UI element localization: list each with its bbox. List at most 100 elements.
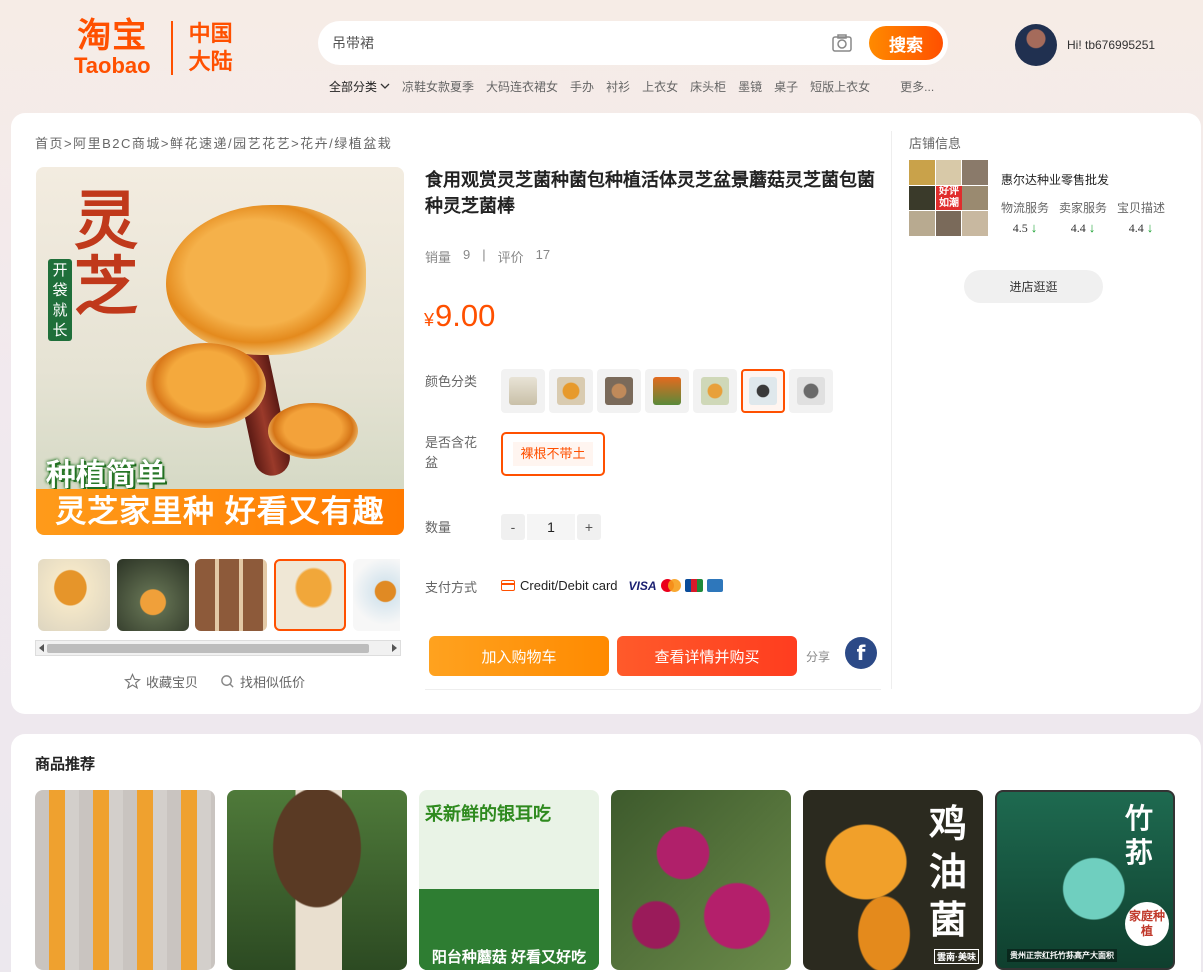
visit-store-button[interactable]: 进店逛逛: [964, 270, 1103, 303]
thumbnail[interactable]: [38, 559, 110, 631]
main-product-image[interactable]: 灵芝 开袋就长 种植简单 灵芝家里种 好看又有趣: [36, 167, 404, 535]
store-name[interactable]: 惠尔达种业零售批发: [1001, 171, 1109, 188]
amex-logo-icon: [706, 579, 723, 592]
user-greeting[interactable]: Hi! tb676995251: [1067, 38, 1155, 52]
pot-option-selected[interactable]: 裸根不带土: [501, 432, 605, 476]
product-image-text: 贵州正宗红托竹荪高产大面积: [1007, 949, 1117, 962]
keyword-link[interactable]: 衬衫: [606, 78, 630, 95]
payment-method: Credit/Debit card VISA: [501, 578, 723, 593]
keyword-link[interactable]: 上衣女: [642, 78, 678, 95]
thumbnail[interactable]: [195, 559, 267, 631]
search-button[interactable]: 搜索: [869, 26, 943, 60]
color-swatch[interactable]: [789, 369, 833, 413]
thumbnail-scrollbar[interactable]: [35, 640, 401, 656]
thumbnail[interactable]: [117, 559, 189, 631]
arrow-down-icon: ↓: [1088, 220, 1096, 235]
color-swatch[interactable]: [501, 369, 545, 413]
chevron-down-icon: [380, 83, 390, 89]
keyword-link[interactable]: 凉鞋女款夏季: [402, 78, 474, 95]
price: ¥9.00: [424, 298, 495, 334]
sales-label: 销量: [425, 250, 452, 265]
color-swatch[interactable]: [645, 369, 689, 413]
all-categories-menu[interactable]: 全部分类: [329, 78, 390, 95]
keyword-bar: 全部分类 凉鞋女款夏季 大码连衣裙女 手办 衬衫 上衣女 床头柜 墨镜 桌子 短…: [329, 78, 934, 95]
keyword-link[interactable]: 短版上衣女: [810, 78, 870, 95]
facebook-share-icon[interactable]: f: [845, 637, 877, 669]
color-swatch[interactable]: [597, 369, 641, 413]
currency-symbol: ¥: [424, 310, 435, 330]
search-input[interactable]: [332, 23, 831, 63]
color-label: 颜色分类: [425, 374, 478, 389]
keyword-link[interactable]: 手办: [570, 78, 594, 95]
quantity-stepper: - +: [501, 514, 601, 540]
image-slogan: 种植简单: [46, 459, 166, 492]
logo-mark: 淘宝 Taobao: [74, 19, 151, 77]
find-similar-button[interactable]: 找相似低价: [220, 672, 305, 691]
add-to-cart-button[interactable]: 加入购物车: [429, 636, 609, 676]
recommended-product[interactable]: 鸡油菌 雲南·美味: [803, 790, 983, 970]
thumbnail[interactable]: [353, 559, 400, 631]
arrow-down-icon: ↓: [1146, 220, 1154, 235]
logo-en-text: Taobao: [74, 53, 151, 78]
color-swatch[interactable]: [549, 369, 593, 413]
quantity-increase-button[interactable]: +: [577, 514, 601, 540]
keyword-link[interactable]: 墨镜: [738, 78, 762, 95]
image-title: 灵芝: [74, 184, 138, 325]
divider: [891, 131, 892, 689]
star-icon: [124, 673, 141, 690]
color-swatch-selected[interactable]: [741, 369, 785, 413]
product-image-text: 鸡油菌: [929, 801, 968, 942]
image-actions: 收藏宝贝 找相似低价: [124, 672, 305, 691]
breadcrumb[interactable]: 首页>阿里B2C商城>鲜花速递/园艺花艺>花卉/绿植盆栽: [35, 133, 392, 152]
logo-separator: [170, 21, 173, 75]
avatar[interactable]: [1015, 24, 1057, 66]
product-image-text: 雲南·美味: [934, 949, 979, 964]
card-brand-logos: VISA: [629, 579, 723, 593]
camera-icon[interactable]: [831, 32, 853, 54]
rating-label: 卖家服务: [1059, 201, 1108, 215]
thumbnail-selected[interactable]: [274, 559, 346, 631]
keyword-link[interactable]: 床头柜: [690, 78, 726, 95]
keyword-link[interactable]: 桌子: [774, 78, 798, 95]
keyword-link[interactable]: 大码连衣裙女: [486, 78, 558, 95]
recommended-product[interactable]: 采新鲜的银耳吃 阳台种蘑菇 好看又好吃: [419, 790, 599, 970]
image-banner: 灵芝家里种 好看又有趣: [36, 489, 404, 535]
recommended-product[interactable]: [35, 790, 215, 970]
buy-button[interactable]: 查看详情并购买: [617, 636, 797, 676]
reviews-value: 17: [535, 247, 551, 262]
recommended-product[interactable]: [611, 790, 791, 970]
jcb-logo-icon: [684, 579, 703, 592]
share-label: 分享: [806, 650, 831, 664]
color-options: [501, 369, 833, 413]
scroll-right-arrow-icon[interactable]: [392, 644, 397, 652]
recommended-product[interactable]: [227, 790, 407, 970]
store-ratings: 物流服务 4.5 ↓ 卖家服务 4.4 ↓ 宝贝描述 4.4 ↓: [1001, 199, 1165, 236]
user-info[interactable]: Hi! tb676995251: [1015, 24, 1155, 66]
scroll-left-arrow-icon[interactable]: [39, 644, 44, 652]
scroll-thumb[interactable]: [47, 644, 369, 653]
logo-cn-text: 淘宝: [77, 17, 148, 55]
rating-seller: 卖家服务 4.4 ↓: [1059, 199, 1107, 236]
image-cap: [268, 403, 358, 459]
thumbnail-strip: [38, 559, 400, 631]
recommended-product[interactable]: 竹荪 家庭种植 贵州正宗红托竹荪高产大面积: [995, 790, 1175, 970]
image-sign: 开袋就长: [48, 259, 72, 341]
store-badge: 好评如潮: [936, 186, 962, 210]
image-cap: [146, 343, 266, 428]
product-image-text: 竹荪: [1125, 802, 1154, 869]
quantity-input[interactable]: [527, 514, 575, 540]
rating-logistics: 物流服务 4.5 ↓: [1001, 199, 1049, 236]
sales-value: 9: [463, 247, 471, 262]
favorite-button[interactable]: 收藏宝贝: [124, 672, 198, 691]
recommendations-title: 商品推荐: [35, 756, 96, 773]
quantity-decrease-button[interactable]: -: [501, 514, 525, 540]
taobao-logo[interactable]: 淘宝 Taobao 中国 大陆: [74, 18, 254, 78]
payment-method-label: Credit/Debit card: [520, 578, 618, 593]
product-image-text: 阳台种蘑菇 好看又好吃: [419, 946, 599, 970]
visa-logo-icon: VISA: [628, 578, 657, 593]
store-section-title: 店铺信息: [909, 136, 962, 151]
color-swatch[interactable]: [693, 369, 737, 413]
region-label: 中国 大陆: [189, 20, 233, 76]
pot-option-label: 裸根不带土: [513, 442, 593, 466]
more-keywords-link[interactable]: 更多...: [900, 78, 934, 95]
